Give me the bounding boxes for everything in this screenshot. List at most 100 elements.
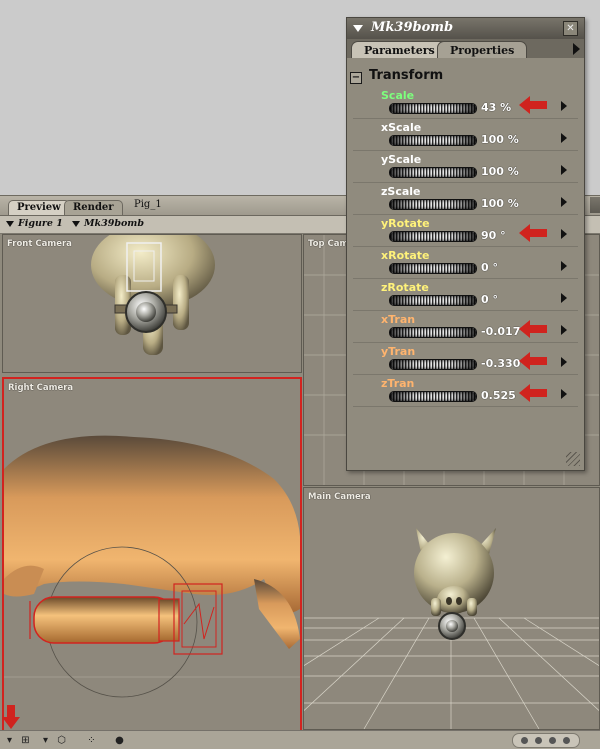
param-name: Scale (381, 89, 415, 102)
param-row-xtran: xTran -0.017 (353, 312, 578, 343)
param-value[interactable]: 100 % (481, 165, 519, 178)
display-style-dropdown-icon[interactable]: ▾ (40, 735, 51, 746)
collapse-triangle-icon[interactable] (353, 25, 363, 32)
param-value[interactable]: 0 ° (481, 293, 498, 306)
parameters-palette: Mk39bomb ✕ Parameters Properties − Trans… (346, 17, 585, 471)
param-value[interactable]: 90 ° (481, 229, 506, 242)
palette-tab-bar: Parameters Properties (347, 39, 584, 59)
tab-preview[interactable]: Preview (8, 200, 70, 215)
param-menu-arrow-icon[interactable] (561, 101, 567, 111)
cube-icon[interactable]: ⬡ (56, 735, 67, 746)
pig-front-view (91, 235, 215, 355)
param-name: zRotate (381, 281, 429, 294)
mode-toggle-pill[interactable] (512, 733, 580, 748)
param-dial[interactable] (389, 103, 477, 114)
param-value[interactable]: 0 ° (481, 261, 498, 274)
param-name: yScale (381, 153, 422, 166)
red-arrow-icon (519, 96, 547, 114)
param-value[interactable]: -0.017 (481, 325, 520, 338)
param-row-zscale: zScale 100 % (353, 184, 578, 215)
param-menu-arrow-icon[interactable] (561, 357, 567, 367)
param-value[interactable]: 43 % (481, 101, 511, 114)
param-menu-arrow-icon[interactable] (561, 261, 567, 271)
viewport-right-camera[interactable]: Right Camera (2, 377, 302, 732)
mode-dot[interactable] (549, 737, 556, 744)
param-value[interactable]: 100 % (481, 197, 519, 210)
param-row-xscale: xScale 100 % (353, 120, 578, 151)
window-corner-handle[interactable] (590, 197, 600, 213)
param-name: yTran (381, 345, 416, 358)
param-row-zrotate: zRotate 0 ° (353, 280, 578, 311)
param-row-ztran: zTran 0.525 (353, 376, 578, 407)
param-dial[interactable] (389, 263, 477, 274)
viewport-main-camera[interactable]: Main Camera (303, 487, 600, 730)
param-menu-arrow-icon[interactable] (561, 197, 567, 207)
viewport-label-front: Front Camera (7, 239, 72, 249)
viewport-label-right: Right Camera (8, 383, 74, 393)
param-row-xrotate: xRotate 0 ° (353, 248, 578, 279)
group-collapse-toggle[interactable]: − (350, 72, 362, 84)
param-name: yRotate (381, 217, 430, 230)
bottom-control-bar: ▾ ⊞ ▾ ⬡ ⁘ ● (0, 705, 600, 749)
red-down-arrow-icon (2, 705, 20, 729)
actor-selector-label: Mk39bomb (84, 218, 144, 229)
param-value[interactable]: 0.525 (481, 389, 516, 402)
red-arrow-icon (519, 352, 547, 370)
viewport-front-camera[interactable]: Front Camera (2, 234, 302, 373)
param-name: xScale (381, 121, 422, 134)
param-dial[interactable] (389, 135, 477, 146)
param-menu-arrow-icon[interactable] (561, 293, 567, 303)
figure-selector-label: Figure 1 (18, 218, 63, 229)
param-row-scale: Scale 43 % (353, 88, 578, 119)
main-camera-scene (304, 528, 599, 729)
figure-selector[interactable]: Figure 1 (6, 218, 63, 229)
actor-selector[interactable]: Mk39bomb (72, 218, 144, 229)
param-dial[interactable] (389, 231, 477, 242)
group-title-transform: Transform (369, 68, 444, 83)
red-arrow-icon (519, 224, 547, 242)
close-icon[interactable]: ✕ (563, 21, 578, 36)
param-dial[interactable] (389, 327, 477, 338)
param-row-yscale: yScale 100 % (353, 152, 578, 183)
param-dial[interactable] (389, 167, 477, 178)
param-row-ytran: yTran -0.330 (353, 344, 578, 375)
red-arrow-icon (519, 384, 547, 402)
menu-triangle-icon[interactable]: ▾ (4, 735, 15, 746)
viewport-label-main: Main Camera (308, 492, 371, 502)
resize-grip-icon[interactable] (566, 452, 580, 466)
param-menu-arrow-icon[interactable] (561, 389, 567, 399)
mode-dot[interactable] (563, 737, 570, 744)
param-menu-arrow-icon[interactable] (561, 133, 567, 143)
palette-title: Mk39bomb (371, 20, 454, 35)
palette-title-bar[interactable]: Mk39bomb ✕ (347, 18, 584, 39)
red-arrow-icon (519, 320, 547, 338)
palette-body: − Transform Scale 43 % xScale 100 % yScale 10… (347, 58, 584, 470)
param-dial[interactable] (389, 199, 477, 210)
param-menu-arrow-icon[interactable] (561, 229, 567, 239)
chevron-down-icon (72, 220, 80, 227)
param-name: xTran (381, 313, 416, 326)
param-value[interactable]: -0.330 (481, 357, 520, 370)
chevron-down-icon (6, 220, 14, 227)
param-name: zTran (381, 377, 415, 390)
param-dial[interactable] (389, 359, 477, 370)
param-name: xRotate (381, 249, 430, 262)
pig-side-view (4, 435, 300, 698)
param-value[interactable]: 100 % (481, 133, 519, 146)
viewport-layout-icon[interactable]: ⊞ (20, 735, 31, 746)
param-dial[interactable] (389, 391, 477, 402)
sphere-icon[interactable]: ● (114, 735, 125, 746)
param-menu-arrow-icon[interactable] (561, 165, 567, 175)
param-row-yrotate: yRotate 90 ° (353, 216, 578, 247)
tracking-icon[interactable]: ⁘ (86, 735, 97, 746)
palette-menu-arrow-icon[interactable] (573, 43, 580, 55)
document-title: Pig_1 (134, 199, 162, 210)
param-menu-arrow-icon[interactable] (561, 325, 567, 335)
tab-render[interactable]: Render (64, 200, 123, 215)
mode-dot[interactable] (535, 737, 542, 744)
mode-dot[interactable] (521, 737, 528, 744)
tab-properties[interactable]: Properties (437, 41, 528, 59)
param-name: zScale (381, 185, 421, 198)
param-dial[interactable] (389, 295, 477, 306)
tab-parameters[interactable]: Parameters (351, 41, 448, 59)
